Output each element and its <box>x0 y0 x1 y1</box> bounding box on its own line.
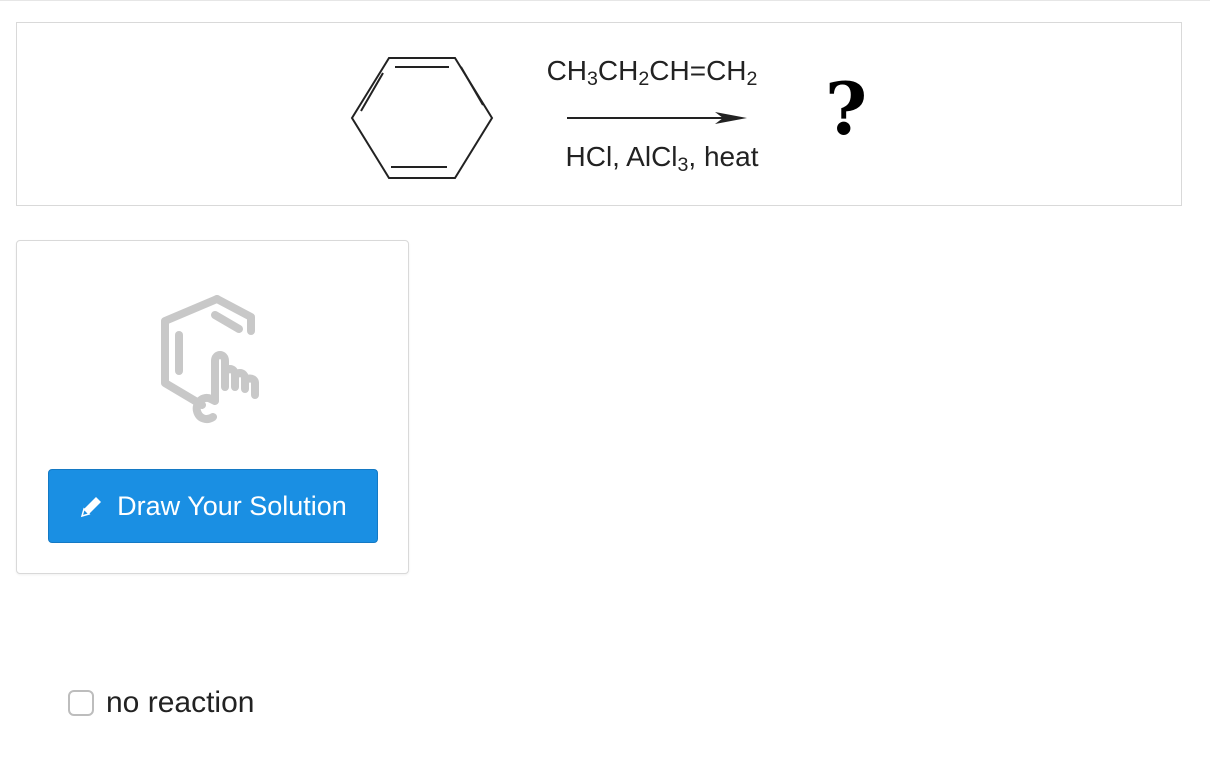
reaction-scheme: CH3CH2CH=CH2 HCl, AlCl3, heat ? <box>16 22 1182 206</box>
molecule-drawing-icon <box>161 295 259 423</box>
draw-solution-card: Draw Your Solution <box>16 240 409 574</box>
reaction-arrow <box>567 112 747 124</box>
unknown-product: ? <box>825 66 868 151</box>
benzene-structure <box>350 57 494 179</box>
no-reaction-option[interactable]: no reaction <box>68 686 254 720</box>
no-reaction-label: no reaction <box>106 686 255 719</box>
no-reaction-checkbox[interactable] <box>68 690 94 716</box>
draw-button-label: Draw Your Solution <box>117 490 347 521</box>
pencil-icon <box>81 497 102 518</box>
draw-your-solution-button[interactable]: Draw Your Solution <box>48 469 378 543</box>
alkene-reagent: CH3CH2CH=CH2 <box>546 55 758 90</box>
top-rule <box>0 0 1210 4</box>
catalyst-conditions: HCl, AlCl3, heat <box>565 141 759 176</box>
